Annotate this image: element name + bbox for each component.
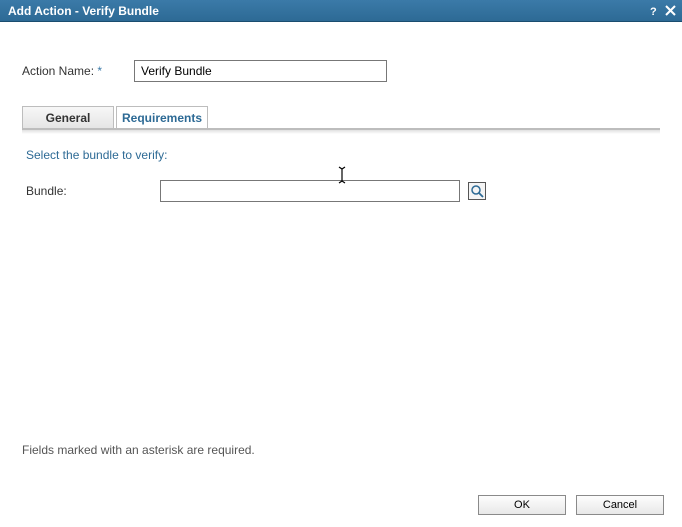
- panel-instruction: Select the bundle to verify:: [26, 148, 656, 162]
- browse-button[interactable]: [468, 182, 486, 200]
- action-name-input[interactable]: [134, 60, 387, 82]
- titlebar-controls: ?: [646, 3, 678, 19]
- general-panel: Select the bundle to verify: Bundle:: [22, 130, 660, 202]
- bundle-row: Bundle:: [26, 180, 656, 202]
- dialog-content: Action Name: * General Requirements Sele…: [0, 22, 682, 202]
- action-name-label-text: Action Name:: [22, 64, 94, 78]
- search-icon: [470, 184, 484, 198]
- dialog-title: Add Action - Verify Bundle: [8, 4, 646, 18]
- action-name-row: Action Name: *: [22, 60, 660, 82]
- action-name-label: Action Name: *: [22, 64, 134, 78]
- tab-strip: General Requirements: [22, 106, 660, 130]
- tab-requirements[interactable]: Requirements: [116, 106, 208, 128]
- titlebar: Add Action - Verify Bundle ?: [0, 0, 682, 22]
- bundle-input[interactable]: [160, 180, 460, 202]
- tab-general[interactable]: General: [22, 106, 114, 128]
- required-fields-note: Fields marked with an asterisk are requi…: [22, 443, 255, 457]
- ok-button[interactable]: OK: [478, 495, 566, 515]
- close-icon[interactable]: [662, 3, 678, 19]
- svg-text:?: ?: [650, 6, 657, 17]
- button-bar: OK Cancel: [478, 495, 664, 515]
- help-icon[interactable]: ?: [646, 3, 662, 19]
- cancel-button[interactable]: Cancel: [576, 495, 664, 515]
- required-asterisk: *: [97, 64, 102, 78]
- bundle-label: Bundle:: [26, 184, 160, 198]
